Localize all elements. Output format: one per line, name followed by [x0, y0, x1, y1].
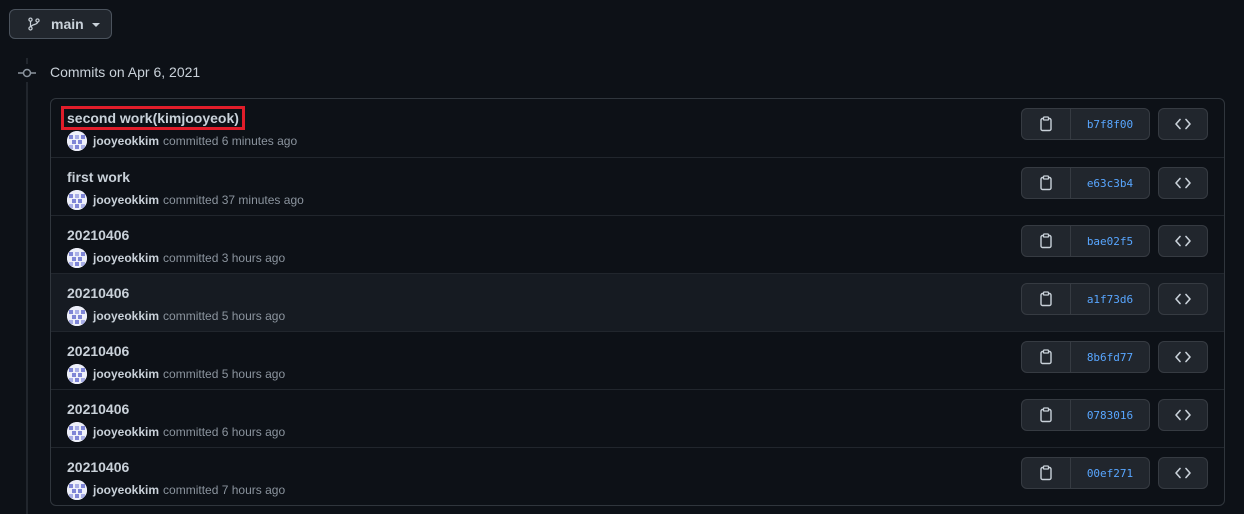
avatar[interactable] [67, 480, 87, 500]
commit-time: 6 hours ago [221, 425, 286, 439]
browse-repo-button[interactable] [1158, 341, 1208, 373]
browse-repo-button[interactable] [1158, 283, 1208, 315]
commit-title-link[interactable]: 20210406 [67, 459, 129, 475]
git-branch-icon [28, 17, 40, 31]
commit-action: committed [163, 425, 219, 439]
commit-title-link[interactable]: first work [67, 169, 130, 185]
commit-title-link[interactable]: 20210406 [67, 401, 129, 417]
copy-sha-button[interactable] [1021, 167, 1071, 199]
avatar[interactable] [67, 190, 87, 210]
commit-action: committed [163, 367, 219, 381]
commit-author-link[interactable]: jooyeokkim [93, 251, 159, 265]
commit-author-link[interactable]: jooyeokkim [93, 309, 159, 323]
commit-group-title: Commits on Apr 6, 2021 [50, 64, 201, 80]
commit-sha-link[interactable]: b7f8f00 [1070, 108, 1150, 140]
timeline-line [26, 58, 28, 514]
clipboard-icon [1040, 116, 1052, 132]
commit-meta: jooyeokkim committed 37 minutes ago [67, 190, 304, 210]
commit-author-link[interactable]: jooyeokkim [93, 483, 159, 497]
browse-repo-button[interactable] [1158, 457, 1208, 489]
commit-row: 20210406 jooyeokkim committed 5 hours ag… [51, 331, 1224, 389]
clipboard-icon [1040, 407, 1052, 423]
branch-selector-button[interactable]: main [9, 9, 112, 39]
copy-sha-button[interactable] [1021, 457, 1071, 489]
commit-sha-link[interactable]: e63c3b4 [1070, 167, 1150, 199]
commit-title-link[interactable]: second work(kimjooyeok) [61, 106, 245, 130]
commit-author-link[interactable]: jooyeokkim [93, 134, 159, 148]
commit-author-link[interactable]: jooyeokkim [93, 367, 159, 381]
commit-list: second work(kimjooyeok) jooyeokkim commi… [50, 98, 1225, 506]
commit-history-page: main Commits on Apr 6, 2021 second work(… [0, 0, 1244, 514]
commit-row: first work jooyeokkim committed 37 minut… [51, 157, 1224, 215]
commit-row: 20210406 jooyeokkim committed 3 hours ag… [51, 215, 1224, 273]
commit-meta: jooyeokkim committed 6 minutes ago [67, 131, 297, 151]
copy-sha-button[interactable] [1021, 341, 1071, 373]
code-icon [1175, 467, 1191, 479]
commit-time: 5 hours ago [221, 367, 286, 381]
avatar[interactable] [67, 422, 87, 442]
copy-sha-button[interactable] [1021, 399, 1071, 431]
browse-repo-button[interactable] [1158, 108, 1208, 140]
commit-row: 20210406 jooyeokkim committed 6 hours ag… [51, 389, 1224, 447]
commit-meta: jooyeokkim committed 3 hours ago [67, 248, 285, 268]
commit-action: committed [163, 134, 219, 148]
copy-sha-button[interactable] [1021, 108, 1071, 140]
commit-sha-link[interactable]: 8b6fd77 [1070, 341, 1150, 373]
avatar[interactable] [67, 131, 87, 151]
git-commit-icon [18, 64, 36, 82]
avatar[interactable] [67, 306, 87, 326]
commit-action: committed [163, 251, 219, 265]
commit-sha-link[interactable]: bae02f5 [1070, 225, 1150, 257]
caret-down-icon [91, 23, 100, 27]
clipboard-icon [1040, 465, 1052, 481]
commit-time: 7 hours ago [221, 483, 286, 497]
copy-sha-button[interactable] [1021, 283, 1071, 315]
commit-time: 5 hours ago [221, 309, 286, 323]
code-icon [1175, 409, 1191, 421]
avatar[interactable] [67, 248, 87, 268]
browse-repo-button[interactable] [1158, 225, 1208, 257]
commit-time: 3 hours ago [221, 251, 286, 265]
branch-name: main [51, 16, 84, 32]
commit-action: committed [163, 193, 219, 207]
browse-repo-button[interactable] [1158, 167, 1208, 199]
clipboard-icon [1040, 349, 1052, 365]
commit-title-link[interactable]: 20210406 [67, 343, 129, 359]
commit-row: second work(kimjooyeok) jooyeokkim commi… [51, 99, 1224, 157]
commit-sha-link[interactable]: a1f73d6 [1070, 283, 1150, 315]
clipboard-icon [1040, 291, 1052, 307]
code-icon [1175, 351, 1191, 363]
commit-time: 37 minutes ago [221, 193, 304, 207]
code-icon [1175, 177, 1191, 189]
browse-repo-button[interactable] [1158, 399, 1208, 431]
code-icon [1175, 118, 1191, 130]
commit-row: 20210406 jooyeokkim committed 7 hours ag… [51, 447, 1224, 505]
commit-author-link[interactable]: jooyeokkim [93, 193, 159, 207]
commit-meta: jooyeokkim committed 7 hours ago [67, 480, 285, 500]
commit-sha-link[interactable]: 00ef271 [1070, 457, 1150, 489]
commit-meta: jooyeokkim committed 5 hours ago [67, 306, 285, 326]
commit-meta: jooyeokkim committed 6 hours ago [67, 422, 285, 442]
code-icon [1175, 235, 1191, 247]
code-icon [1175, 293, 1191, 305]
commit-action: committed [163, 483, 219, 497]
commit-sha-link[interactable]: 0783016 [1070, 399, 1150, 431]
commit-author-link[interactable]: jooyeokkim [93, 425, 159, 439]
clipboard-icon [1040, 233, 1052, 249]
commit-title-link[interactable]: 20210406 [67, 285, 129, 301]
commit-row: 20210406 jooyeokkim committed 5 hours ag… [51, 273, 1224, 331]
clipboard-icon [1040, 175, 1052, 191]
commit-action: committed [163, 309, 219, 323]
copy-sha-button[interactable] [1021, 225, 1071, 257]
commit-time: 6 minutes ago [221, 134, 298, 148]
avatar[interactable] [67, 364, 87, 384]
commit-meta: jooyeokkim committed 5 hours ago [67, 364, 285, 384]
commit-title-link[interactable]: 20210406 [67, 227, 129, 243]
